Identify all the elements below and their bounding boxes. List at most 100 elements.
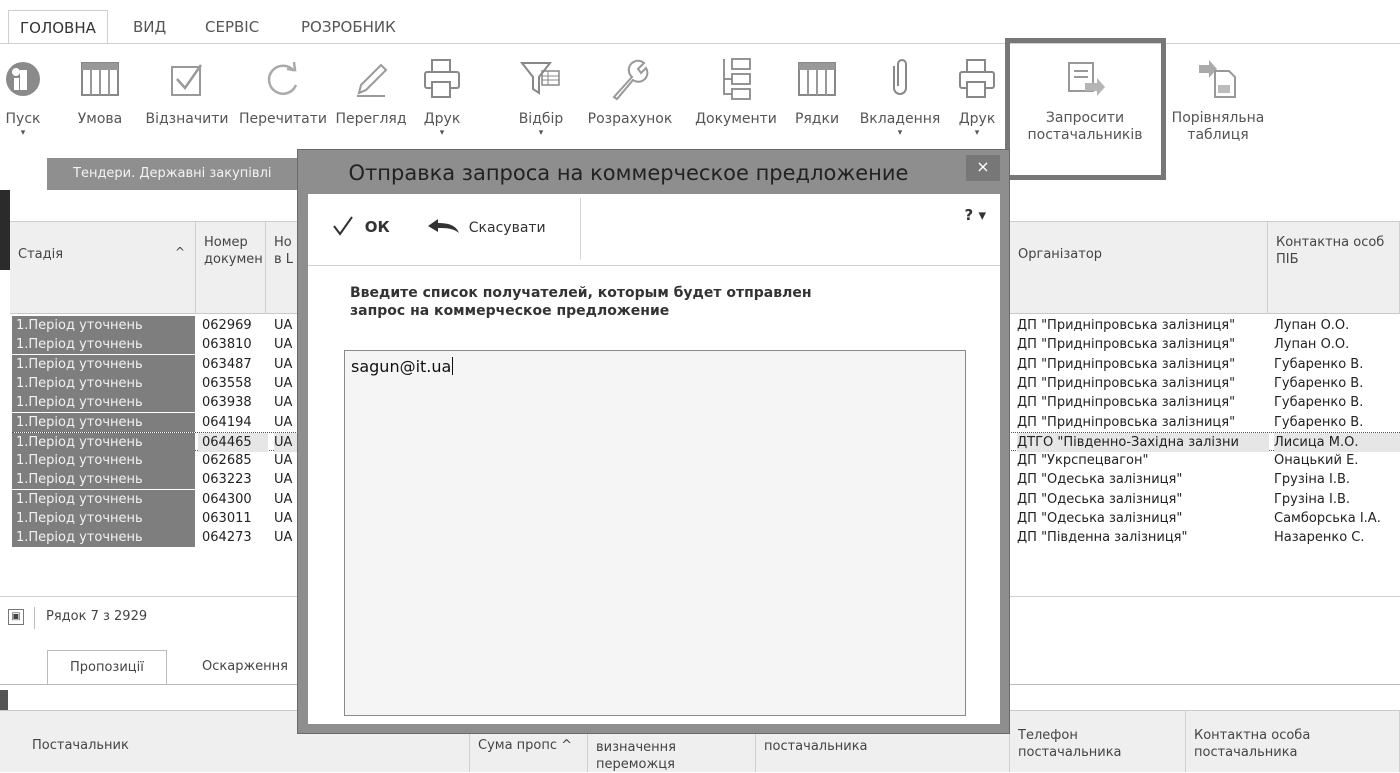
cell-stage: 1.Період уточнень	[12, 432, 195, 452]
cell-contact: Лупан О.О.	[1274, 318, 1350, 333]
column-header-supplier-label: Постачальник	[32, 738, 129, 753]
cell-number: 063011	[202, 511, 252, 526]
recipients-prompt: Введите список получателей, которым буде…	[350, 284, 910, 320]
recipients-prompt-line1: Введите список получателей, которым буде…	[350, 285, 812, 301]
cell-stage: 1.Період уточнень	[12, 316, 195, 335]
cell-stage: 1.Період уточнень	[12, 393, 195, 413]
selection-button-label: Відбір	[518, 111, 564, 127]
tab-home[interactable]: ГОЛОВНА	[8, 10, 108, 44]
cancel-button[interactable]: Скасувати	[426, 212, 546, 242]
tab-developer[interactable]: РОЗРОБНИК	[290, 10, 407, 44]
print-button-2-label: Друк	[958, 111, 996, 127]
condition-button[interactable]: Умова	[62, 48, 138, 158]
highlight-frame	[1005, 38, 1166, 180]
cell-organizer: ДП "Придніпровська залізниця"	[1017, 318, 1236, 333]
column-header-organizer-label: Організатор	[1018, 247, 1103, 262]
grid-settings-icon[interactable]: ▣	[8, 609, 24, 625]
cell-stage: 1.Період уточнень	[12, 489, 195, 509]
wrench-icon	[578, 48, 682, 110]
cell-stage: 1.Період уточнень	[12, 412, 195, 432]
selection-button[interactable]: Відбір ▾	[508, 48, 574, 158]
cell-organizer: ДП "Одеська залізниця"	[1017, 491, 1183, 507]
view-button[interactable]: Перегляд	[330, 48, 412, 158]
recipients-prompt-line2: запрос на коммерческое предложение	[350, 303, 670, 319]
bottom-grid-marker	[0, 690, 8, 710]
recipients-textarea[interactable]: sagun@it.ua	[344, 350, 966, 716]
column-header-sum-label: Сума пропс ^	[478, 738, 573, 753]
cell-number: 063810	[202, 337, 252, 353]
cell-stage: 1.Період уточнень	[12, 373, 195, 393]
column-header-stage-label: Стадія	[18, 247, 64, 262]
column-header-supplier-contact[interactable]: Контактна особа постачальника	[1186, 710, 1400, 772]
cell-stage: 1.Період уточнень	[12, 470, 195, 490]
condition-button-label: Умова	[77, 111, 123, 127]
attachments-button[interactable]: Вкладення ▾	[850, 48, 950, 158]
cell-number: 063487	[202, 356, 252, 372]
cell-organizer: ДП "Придніпровська залізниця"	[1017, 356, 1236, 372]
request-dialog: Отправка запроса на коммерческое предлож…	[297, 149, 1010, 734]
close-button[interactable]: ×	[966, 155, 1000, 181]
column-header-phone-line1: Телефон	[1018, 728, 1078, 743]
dialog-body: ОК Скасувати ? ▾ Введите список получате…	[308, 194, 1000, 724]
cell-stage: 1.Період уточнень	[12, 509, 195, 528]
cell-stage: 1.Період уточнень	[12, 354, 195, 374]
print-button[interactable]: Друк ▾	[414, 48, 470, 158]
tab-appeals[interactable]: Оскарження	[180, 650, 310, 684]
check-icon	[333, 216, 353, 236]
column-header-phone[interactable]: Телефон постачальника	[1010, 710, 1186, 772]
document-tab[interactable]: Тендери. Державні закупівлі	[47, 158, 297, 190]
rows-button-label: Рядки	[794, 111, 840, 127]
cell-contact: Губаренко В.	[1274, 356, 1364, 372]
cell-number: 063223	[202, 472, 252, 488]
grid-icon	[62, 48, 138, 110]
start-button-label: Пуск	[5, 111, 41, 127]
tab-proposals[interactable]: Пропозиції	[47, 650, 167, 684]
documents-button-label: Документи	[695, 111, 777, 127]
cell-number: 062969	[202, 318, 252, 333]
cancel-button-label: Скасувати	[468, 220, 546, 236]
row-counter: Рядок 7 з 2929	[46, 609, 148, 624]
help-menu[interactable]: ? ▾	[965, 206, 986, 224]
tab-view[interactable]: ВИД	[122, 10, 177, 44]
column-header-winner-line1: визначення	[596, 740, 676, 755]
pencil-icon	[330, 48, 412, 110]
rows-button[interactable]: Рядки	[789, 48, 845, 158]
start-button[interactable]: Пуск ▾	[0, 48, 46, 158]
print-button-label: Друк	[423, 111, 461, 127]
ok-button[interactable]: ОК	[332, 212, 390, 242]
column-header-supplier-contact-line2: постачальника	[1194, 745, 1298, 760]
mark-button[interactable]: Відзначити	[137, 48, 237, 158]
column-header-no-line1: Но	[274, 235, 292, 250]
dialog-title: Отправка запроса на коммерческое предлож…	[348, 161, 909, 185]
print-button-2[interactable]: Друк ▾	[950, 48, 1004, 158]
tab-service[interactable]: СЕРВІС	[194, 10, 270, 44]
cell-contact: Губаренко В.	[1274, 395, 1364, 411]
toolbar-separator	[580, 198, 581, 260]
cell-stage: 1.Період уточнень	[12, 335, 195, 355]
ribbon-tab-bar: ГОЛОВНА ВИД СЕРВІС РОЗРОБНИК	[0, 0, 1400, 44]
column-header-number-line1: Номер	[204, 235, 248, 250]
cell-organizer: ДП "Придніпровська залізниця"	[1017, 414, 1236, 430]
column-header-stage[interactable]: Стадія ^	[10, 222, 196, 314]
column-header-contact[interactable]: Контактна особ ПІБ	[1268, 222, 1400, 314]
grid-row-indicator	[0, 190, 10, 270]
documents-button[interactable]: Документи	[683, 48, 789, 158]
column-header-winner-line2: переможця	[596, 757, 675, 772]
chevron-down-icon: ▾	[974, 128, 980, 138]
attachments-button-label: Вкладення	[859, 111, 941, 127]
calculation-button[interactable]: Розрахунок	[578, 48, 682, 158]
cell-organizer: ДТГО "Південно-Західна залізни	[1017, 432, 1269, 452]
cell-organizer: ДП "Одеська залізниця"	[1017, 511, 1183, 526]
cell-organizer: ДП "Придніпровська залізниця"	[1017, 375, 1236, 391]
cell-contact: Лисица М.О.	[1274, 432, 1400, 452]
mark-button-label: Відзначити	[145, 111, 229, 127]
column-header-organizer[interactable]: Організатор	[1010, 222, 1268, 314]
compare-table-label-2: таблиця	[1187, 127, 1249, 143]
reread-button[interactable]: Перечитати	[235, 48, 331, 158]
cell-organizer: ДП "Придніпровська залізниця"	[1017, 337, 1236, 353]
compare-table-button[interactable]: Порівняльна таблиця	[1162, 48, 1274, 158]
ok-button-label: ОК	[364, 218, 390, 236]
status-divider	[34, 607, 35, 629]
cell-organizer: ДП "Південна залізниця"	[1017, 530, 1188, 546]
column-header-number[interactable]: Номер докумен	[196, 222, 266, 314]
